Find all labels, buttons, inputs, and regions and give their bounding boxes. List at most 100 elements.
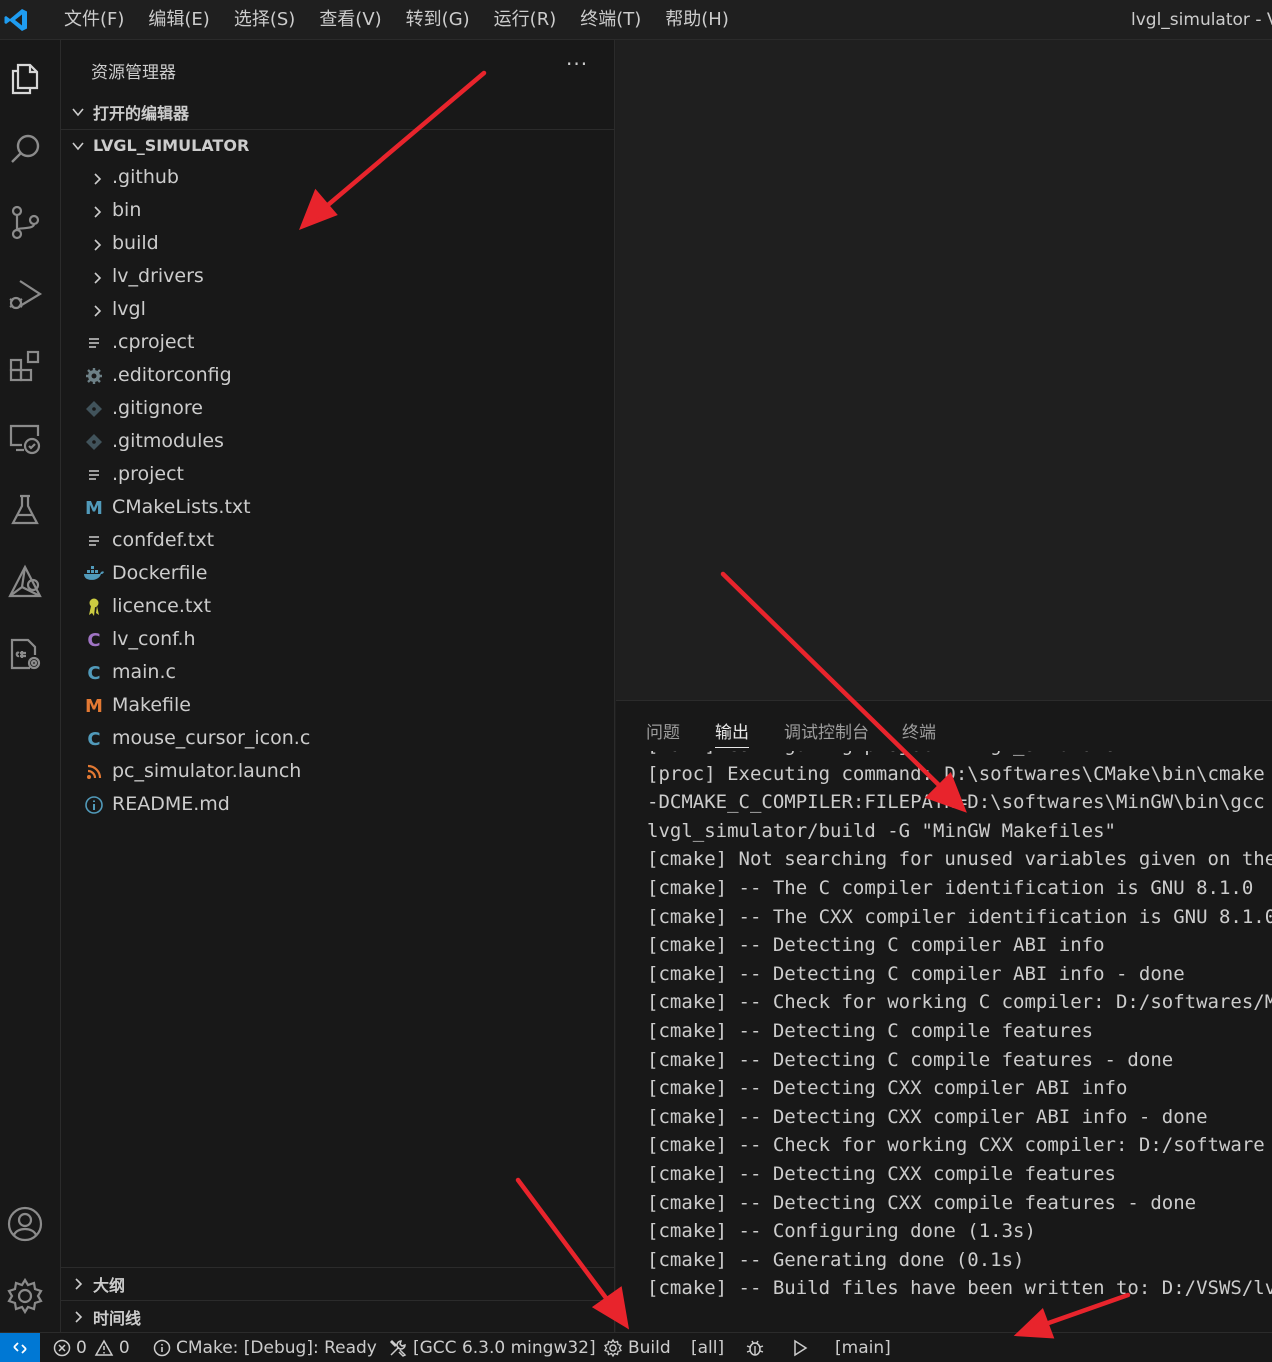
- output-line: [cmake] -- Detecting CXX compiler ABI in…: [647, 1105, 1208, 1128]
- launch-target-label: [main]: [835, 1338, 891, 1358]
- menu-terminal[interactable]: 终端(T): [568, 0, 653, 40]
- chevron-right-icon: [88, 236, 106, 254]
- output-line: [cmake] -- Detecting C compiler ABI info…: [647, 962, 1185, 985]
- menu-run[interactable]: 运行(R): [482, 0, 569, 40]
- tab-output[interactable]: 输出: [715, 718, 749, 743]
- menu: 文件(F) 编辑(E) 选择(S) 查看(V) 转到(G) 运行(R) 终端(T…: [52, 0, 741, 40]
- timeline-section[interactable]: 时间线: [61, 1300, 615, 1332]
- chevron-right-icon: [63, 1309, 93, 1325]
- extensions-icon[interactable]: [0, 341, 50, 391]
- tree-item-label: pc_simulator.launch: [112, 760, 302, 782]
- problems-indicator[interactable]: 0 0: [53, 1333, 130, 1362]
- tree-file[interactable]: .cproject: [61, 327, 615, 360]
- tree-file[interactable]: M CMakeLists.txt: [61, 492, 615, 525]
- tree-item-label: Dockerfile: [112, 562, 208, 584]
- git-icon: [83, 431, 105, 453]
- c-file-icon: C: [87, 662, 101, 684]
- cmake-file-icon: M: [85, 497, 103, 519]
- play-icon: [794, 1339, 808, 1357]
- tree-item-label: lvgl: [112, 298, 146, 320]
- tree-file[interactable]: .editorconfig: [61, 360, 615, 393]
- remote-indicator-button[interactable]: [0, 1333, 40, 1362]
- output-line: [cmake] -- Detecting CXX compile feature…: [647, 1191, 1197, 1214]
- cmake-kit-selector[interactable]: [GCC 6.3.0 mingw32]: [388, 1333, 596, 1362]
- tab-problems[interactable]: 问题: [646, 718, 680, 743]
- launch-file-icon: [83, 761, 105, 783]
- tree-item-label: .github: [112, 166, 179, 188]
- tree-item-label: bin: [112, 199, 142, 221]
- tree-file[interactable]: README.md: [61, 789, 615, 822]
- warning-icon: [94, 1339, 114, 1356]
- tree-folder[interactable]: bin: [61, 195, 615, 228]
- build-target-selector[interactable]: [all]: [691, 1333, 724, 1362]
- tree-item-label: build: [112, 232, 159, 254]
- chevron-right-icon: [88, 302, 106, 320]
- settings-gear-icon[interactable]: [0, 1271, 50, 1321]
- menu-help[interactable]: 帮助(H): [653, 0, 741, 40]
- tree-file[interactable]: .gitmodules: [61, 426, 615, 459]
- tree-folder[interactable]: lvgl: [61, 294, 615, 327]
- output-line: [cmake] -- The CXX compiler identificati…: [647, 905, 1272, 928]
- tree-file[interactable]: Cmain.c: [61, 657, 615, 690]
- gear-icon: [83, 365, 105, 387]
- text-file-icon: [83, 332, 105, 354]
- tree-file[interactable]: pc_simulator.launch: [61, 756, 615, 789]
- output-line: [cmake] -- Check for working CXX compile…: [647, 1134, 1265, 1157]
- tab-debug-console[interactable]: 调试控制台: [784, 718, 869, 743]
- tree-file[interactable]: M Makefile: [61, 690, 615, 723]
- menu-edit[interactable]: 编辑(E): [136, 0, 221, 40]
- testing-icon[interactable]: [0, 485, 50, 535]
- remote-icon: [13, 1342, 27, 1354]
- output-line: [cmake] -- Detecting CXX compile feature…: [647, 1162, 1116, 1185]
- tree-file[interactable]: .project: [61, 459, 615, 492]
- tree-folder[interactable]: lv_drivers: [61, 261, 615, 294]
- cmake-icon[interactable]: [0, 557, 50, 607]
- tree-file[interactable]: Cmouse_cursor_icon.c: [61, 723, 615, 756]
- output-line: [cmake] -- Detecting C compiler ABI info: [647, 934, 1105, 957]
- menu-selection[interactable]: 选择(S): [222, 0, 307, 40]
- tree-file[interactable]: Dockerfile: [61, 558, 615, 591]
- menu-file[interactable]: 文件(F): [52, 0, 136, 40]
- bottom-panel: 问题 输出 调试控制台 终端 [main] Configuring projec…: [616, 700, 1272, 1332]
- project-label: LVGL_SIMULATOR: [93, 136, 250, 155]
- open-editors-section[interactable]: 打开的编辑器: [61, 96, 615, 128]
- c-header-icon: C: [87, 629, 101, 651]
- outline-section[interactable]: 大纲: [61, 1267, 615, 1299]
- tree-file[interactable]: confdef.txt: [61, 525, 615, 558]
- tab-terminal[interactable]: 终端: [902, 718, 936, 743]
- tree-folder[interactable]: build: [61, 228, 615, 261]
- makefile-icon: M: [85, 695, 103, 717]
- launch-button[interactable]: [791, 1333, 814, 1362]
- cmake-status[interactable]: CMake: [Debug]: Ready: [153, 1333, 377, 1362]
- tree-file[interactable]: Clv_conf.h: [61, 624, 615, 657]
- explorer-icon[interactable]: [0, 53, 50, 103]
- search-icon[interactable]: [0, 125, 50, 175]
- tree-item-label: README.md: [112, 793, 230, 815]
- editor-area[interactable]: [616, 40, 1272, 700]
- window-title: lvgl_simulator - Vi: [1131, 10, 1272, 30]
- output-view[interactable]: [main] Configuring project: lvgl_simulat…: [616, 751, 1272, 1332]
- outline-label: 大纲: [93, 1275, 126, 1295]
- menu-view[interactable]: 查看(V): [307, 0, 393, 40]
- debug-button[interactable]: [745, 1333, 770, 1362]
- accounts-icon[interactable]: [0, 1199, 50, 1249]
- remote-explorer-icon[interactable]: [0, 413, 50, 463]
- tree-folder[interactable]: .github: [61, 162, 615, 195]
- text-file-icon: [83, 464, 105, 486]
- explorer-title: 资源管理器: [91, 63, 176, 83]
- build-target-label: [all]: [691, 1338, 725, 1358]
- tree-file[interactable]: .gitignore: [61, 393, 615, 426]
- build-button[interactable]: Build: [603, 1333, 671, 1362]
- project-section[interactable]: LVGL_SIMULATOR: [61, 129, 615, 161]
- text-file-icon: [83, 530, 105, 552]
- info-icon: [83, 794, 105, 816]
- menu-go[interactable]: 转到(G): [394, 0, 482, 40]
- tree-file[interactable]: licence.txt: [61, 591, 615, 624]
- run-debug-icon[interactable]: [0, 269, 50, 319]
- tree-item-label: CMakeLists.txt: [112, 496, 251, 518]
- makefile-tools-icon[interactable]: [0, 629, 50, 679]
- source-control-icon[interactable]: [0, 197, 50, 247]
- tree-item-label: confdef.txt: [112, 529, 215, 551]
- more-actions-button[interactable]: ···: [566, 52, 588, 76]
- launch-target-selector[interactable]: [main]: [835, 1333, 891, 1362]
